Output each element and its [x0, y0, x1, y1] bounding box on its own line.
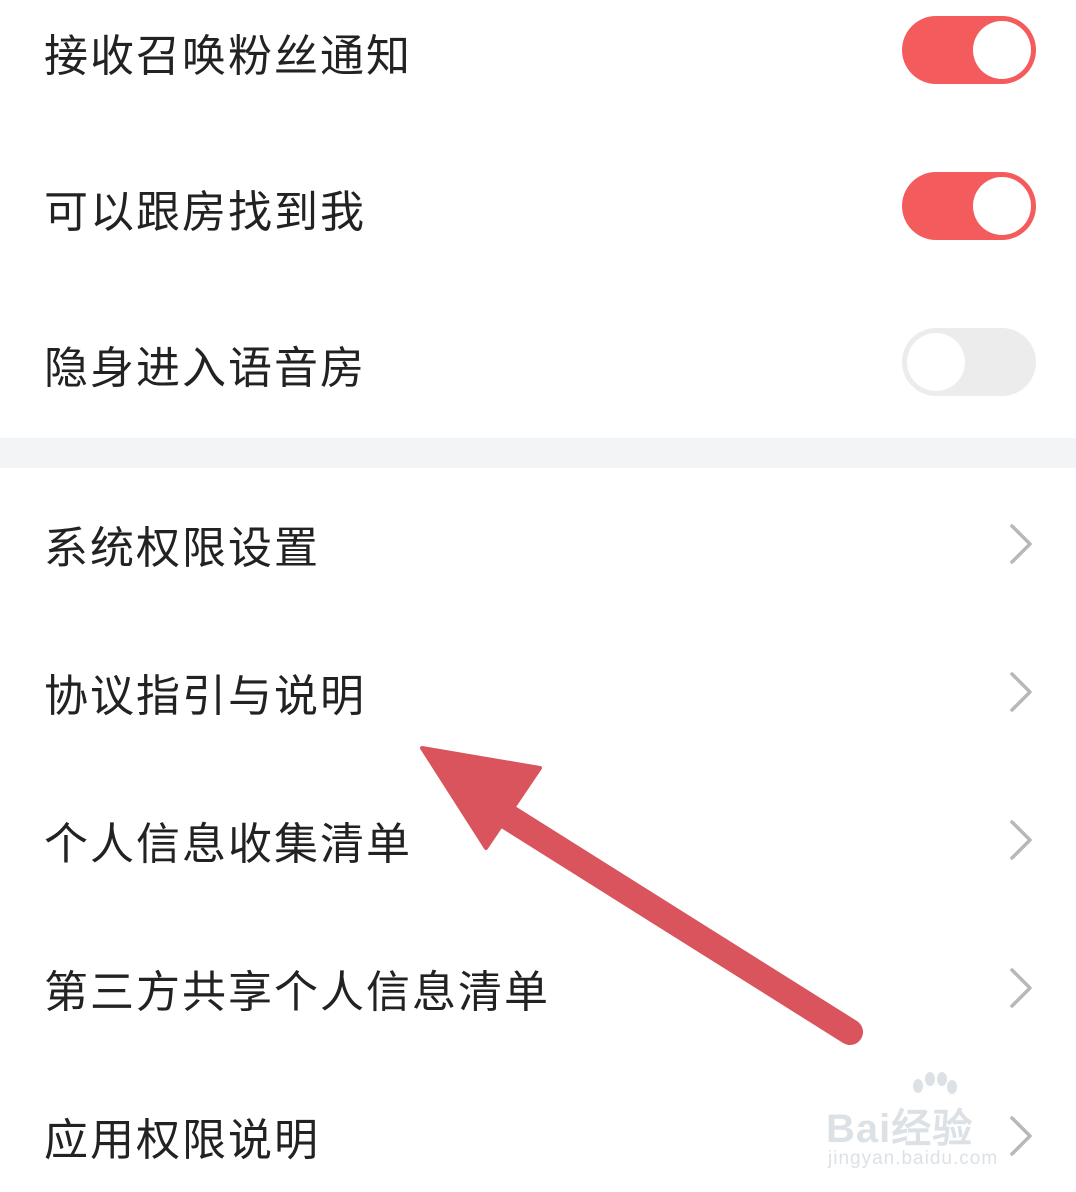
link-row-label: 协议指引与说明	[44, 671, 366, 722]
toggle-knob	[973, 177, 1031, 235]
link-row-label: 第三方共享个人信息清单	[44, 967, 550, 1018]
link-row-label: 个人信息收集清单	[44, 819, 412, 870]
link-row-agreement-guide[interactable]: 协议指引与说明	[0, 640, 1076, 744]
toggle-row-label: 可以跟房找到我	[44, 187, 366, 238]
toggle-row-invisible-voice-room[interactable]: 隐身进入语音房	[0, 312, 1076, 416]
toggle-row-follow-room[interactable]: 可以跟房找到我	[0, 156, 1076, 260]
link-row-personal-info-list[interactable]: 个人信息收集清单	[0, 788, 1076, 892]
section-divider	[0, 438, 1076, 468]
follow-room-find-me-toggle[interactable]	[902, 172, 1036, 240]
watermark-url: jingyan.baidu.com	[828, 1148, 999, 1169]
link-row-label: 应用权限说明	[44, 1115, 320, 1166]
chevron-right-icon	[1010, 968, 1032, 1008]
summon-fans-notification-toggle[interactable]	[902, 16, 1036, 84]
toggle-row-label: 隐身进入语音房	[44, 343, 366, 394]
chevron-right-icon	[1010, 524, 1032, 564]
toggle-row-summon-fans[interactable]: 接收召唤粉丝通知	[0, 0, 1076, 104]
watermark-main-text: Bai经验	[826, 1107, 974, 1151]
chevron-right-icon	[1010, 820, 1032, 860]
settings-page: 接收召唤粉丝通知 可以跟房找到我 隐身进入语音房 系统权限设置 协议指引与说明 …	[0, 0, 1076, 1192]
link-row-system-permissions[interactable]: 系统权限设置	[0, 492, 1076, 596]
baidu-jingyan-watermark: Bai经验 jingyan.baidu.com	[826, 1072, 1046, 1182]
chevron-right-icon	[1010, 672, 1032, 712]
toggle-row-label: 接收召唤粉丝通知	[44, 31, 412, 82]
toggle-knob	[973, 21, 1031, 79]
link-row-third-party-sharing[interactable]: 第三方共享个人信息清单	[0, 936, 1076, 1040]
toggle-knob	[907, 333, 965, 391]
invisible-voice-room-toggle[interactable]	[902, 328, 1036, 396]
link-row-label: 系统权限设置	[44, 523, 320, 574]
